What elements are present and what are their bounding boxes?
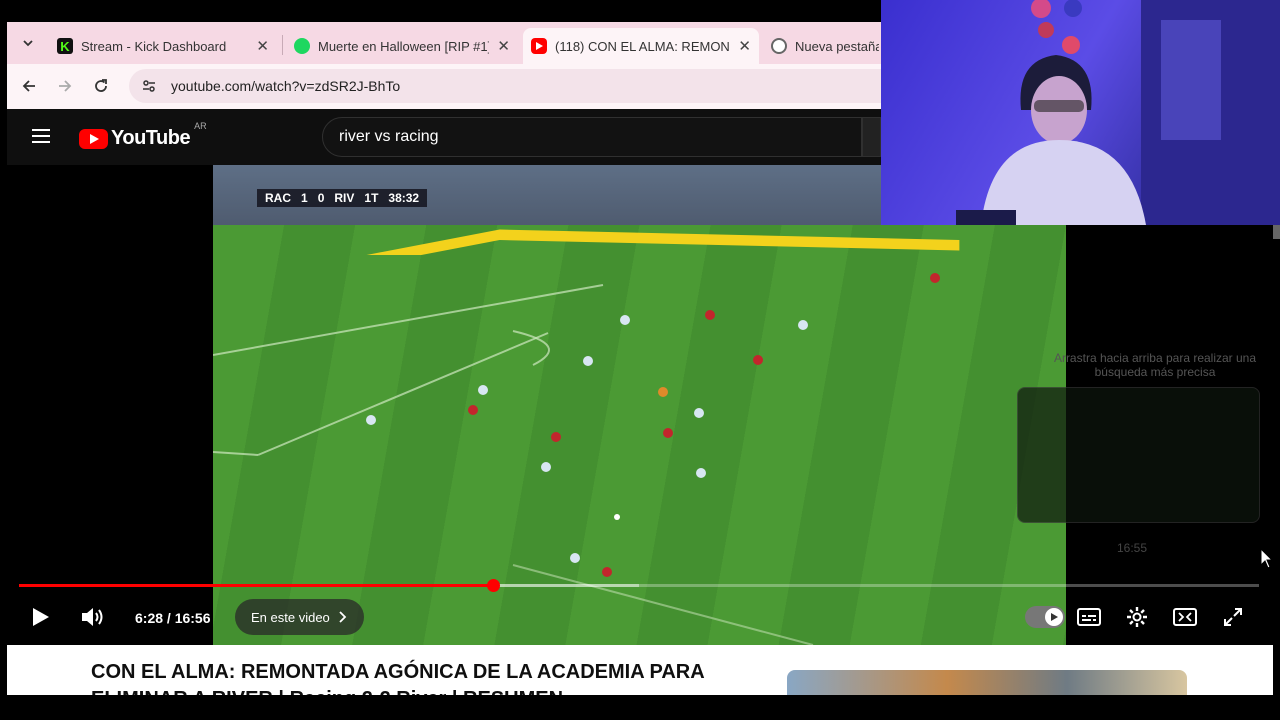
players xyxy=(366,273,940,577)
address-bar[interactable]: youtube.com/watch?v=zdSR2J-BhTo xyxy=(129,69,889,103)
fullscreen-icon xyxy=(1224,608,1242,626)
close-icon[interactable]: ✕ xyxy=(497,37,510,55)
close-icon[interactable]: ✕ xyxy=(738,37,751,55)
tab-new-tab[interactable]: Nueva pestaña xyxy=(763,28,887,64)
tab-spotify[interactable]: Muerte en Halloween [RIP #1] - ✕ xyxy=(286,28,518,64)
chapters-button[interactable]: En este video xyxy=(235,599,364,635)
screen: K Stream - Kick Dashboard ✕ Muerte en Ha… xyxy=(0,0,1280,720)
tab-title: Muerte en Halloween [RIP #1] - xyxy=(318,38,490,54)
tab-search-button[interactable] xyxy=(15,30,41,56)
video-details: CON EL ALMA: REMONTADA AGÓNICA DE LA ACA… xyxy=(7,645,1273,695)
away-score: 0 xyxy=(317,191,325,205)
progress-bar[interactable] xyxy=(19,579,1259,592)
youtube-wordmark: YouTube xyxy=(111,127,191,149)
youtube-play-icon xyxy=(79,128,108,149)
settings-button[interactable] xyxy=(1123,602,1151,632)
autoplay-toggle[interactable] xyxy=(1025,606,1065,628)
tab-title: Stream - Kick Dashboard xyxy=(81,38,227,54)
youtube-icon xyxy=(531,38,547,54)
reload-icon xyxy=(95,79,107,92)
search-button[interactable] xyxy=(862,117,881,157)
streamer-camera-feed xyxy=(956,0,1280,225)
away-team: RIV xyxy=(334,191,355,205)
youtube-logo[interactable]: YouTube AR xyxy=(79,121,207,150)
country-code: AR xyxy=(194,121,207,131)
menu-icon xyxy=(32,129,50,143)
theater-mode-button[interactable] xyxy=(1171,602,1199,632)
tab-title: (118) CON EL ALMA: REMONTA xyxy=(555,38,731,54)
video-player[interactable]: RAC 1 0 RIV 1T 38:32 Arrastra hacia arri… xyxy=(7,165,1273,645)
tab-divider xyxy=(282,35,283,55)
hamburger-menu-button[interactable] xyxy=(31,126,55,150)
search-input[interactable]: river vs racing xyxy=(322,117,862,157)
tab-kick-dashboard[interactable]: K Stream - Kick Dashboard ✕ xyxy=(49,28,277,64)
search-hint: Arrastra hacia arriba para realizar una … xyxy=(1053,351,1257,379)
video-title: CON EL ALMA: REMONTADA AGÓNICA DE LA ACA… xyxy=(91,661,704,695)
back-button[interactable] xyxy=(15,72,43,100)
forward-button[interactable] xyxy=(51,72,79,100)
home-score: 1 xyxy=(301,191,308,205)
match-period: 1T xyxy=(364,191,379,205)
gear-icon xyxy=(1127,607,1147,627)
page-scrollbar[interactable] xyxy=(1273,225,1280,239)
reload-button[interactable] xyxy=(87,72,115,100)
chevron-right-icon xyxy=(339,611,347,623)
preview-time: 16:55 xyxy=(1117,541,1148,555)
played-bar xyxy=(19,584,493,587)
tab-strip: K Stream - Kick Dashboard ✕ Muerte en Ha… xyxy=(7,22,881,64)
scorebug: RAC 1 0 RIV 1T 38:32 xyxy=(257,189,428,207)
arrow-right-icon xyxy=(59,80,72,92)
site-info-icon[interactable] xyxy=(139,78,159,94)
kick-icon: K xyxy=(57,38,73,54)
scrubber-handle[interactable] xyxy=(486,579,500,592)
spotify-icon xyxy=(294,38,310,54)
video-frame[interactable]: RAC 1 0 RIV 1T 38:32 xyxy=(213,165,1066,645)
subtitles-button[interactable] xyxy=(1075,602,1103,632)
tab-title: Nueva pestaña xyxy=(795,38,879,54)
tab-youtube-video[interactable]: (118) CON EL ALMA: REMONTA ✕ xyxy=(523,28,759,64)
youtube-header: YouTube AR river vs racing xyxy=(7,109,881,165)
fullscreen-button[interactable] xyxy=(1219,602,1247,632)
chapters-label: En este video xyxy=(251,609,330,625)
seek-preview-thumbnail xyxy=(1017,387,1260,523)
url-text: youtube.com/watch?v=zdSR2J-BhTo xyxy=(171,78,401,94)
chrome-icon xyxy=(771,38,787,54)
webcam-overlay xyxy=(881,0,1280,225)
arrow-left-icon xyxy=(22,80,35,92)
mute-button[interactable] xyxy=(77,602,107,632)
related-video-thumbnail[interactable] xyxy=(787,670,1187,695)
play-button[interactable] xyxy=(27,602,55,632)
chevron-down-icon xyxy=(23,40,33,47)
close-icon[interactable]: ✕ xyxy=(256,37,269,55)
browser-toolbar: youtube.com/watch?v=zdSR2J-BhTo xyxy=(7,64,889,109)
mouse-cursor-icon xyxy=(1260,548,1274,569)
home-team: RAC xyxy=(265,191,291,205)
play-icon xyxy=(33,608,49,626)
autoplay-play-icon xyxy=(1045,608,1063,626)
match-clock: 38:32 xyxy=(388,191,420,205)
subtitles-icon xyxy=(1077,608,1101,626)
theater-mode-icon xyxy=(1173,608,1197,626)
time-display: 6:28 / 16:56 xyxy=(135,610,211,626)
browser-window: K Stream - Kick Dashboard ✕ Muerte en Ha… xyxy=(7,22,889,109)
volume-icon xyxy=(82,608,103,626)
